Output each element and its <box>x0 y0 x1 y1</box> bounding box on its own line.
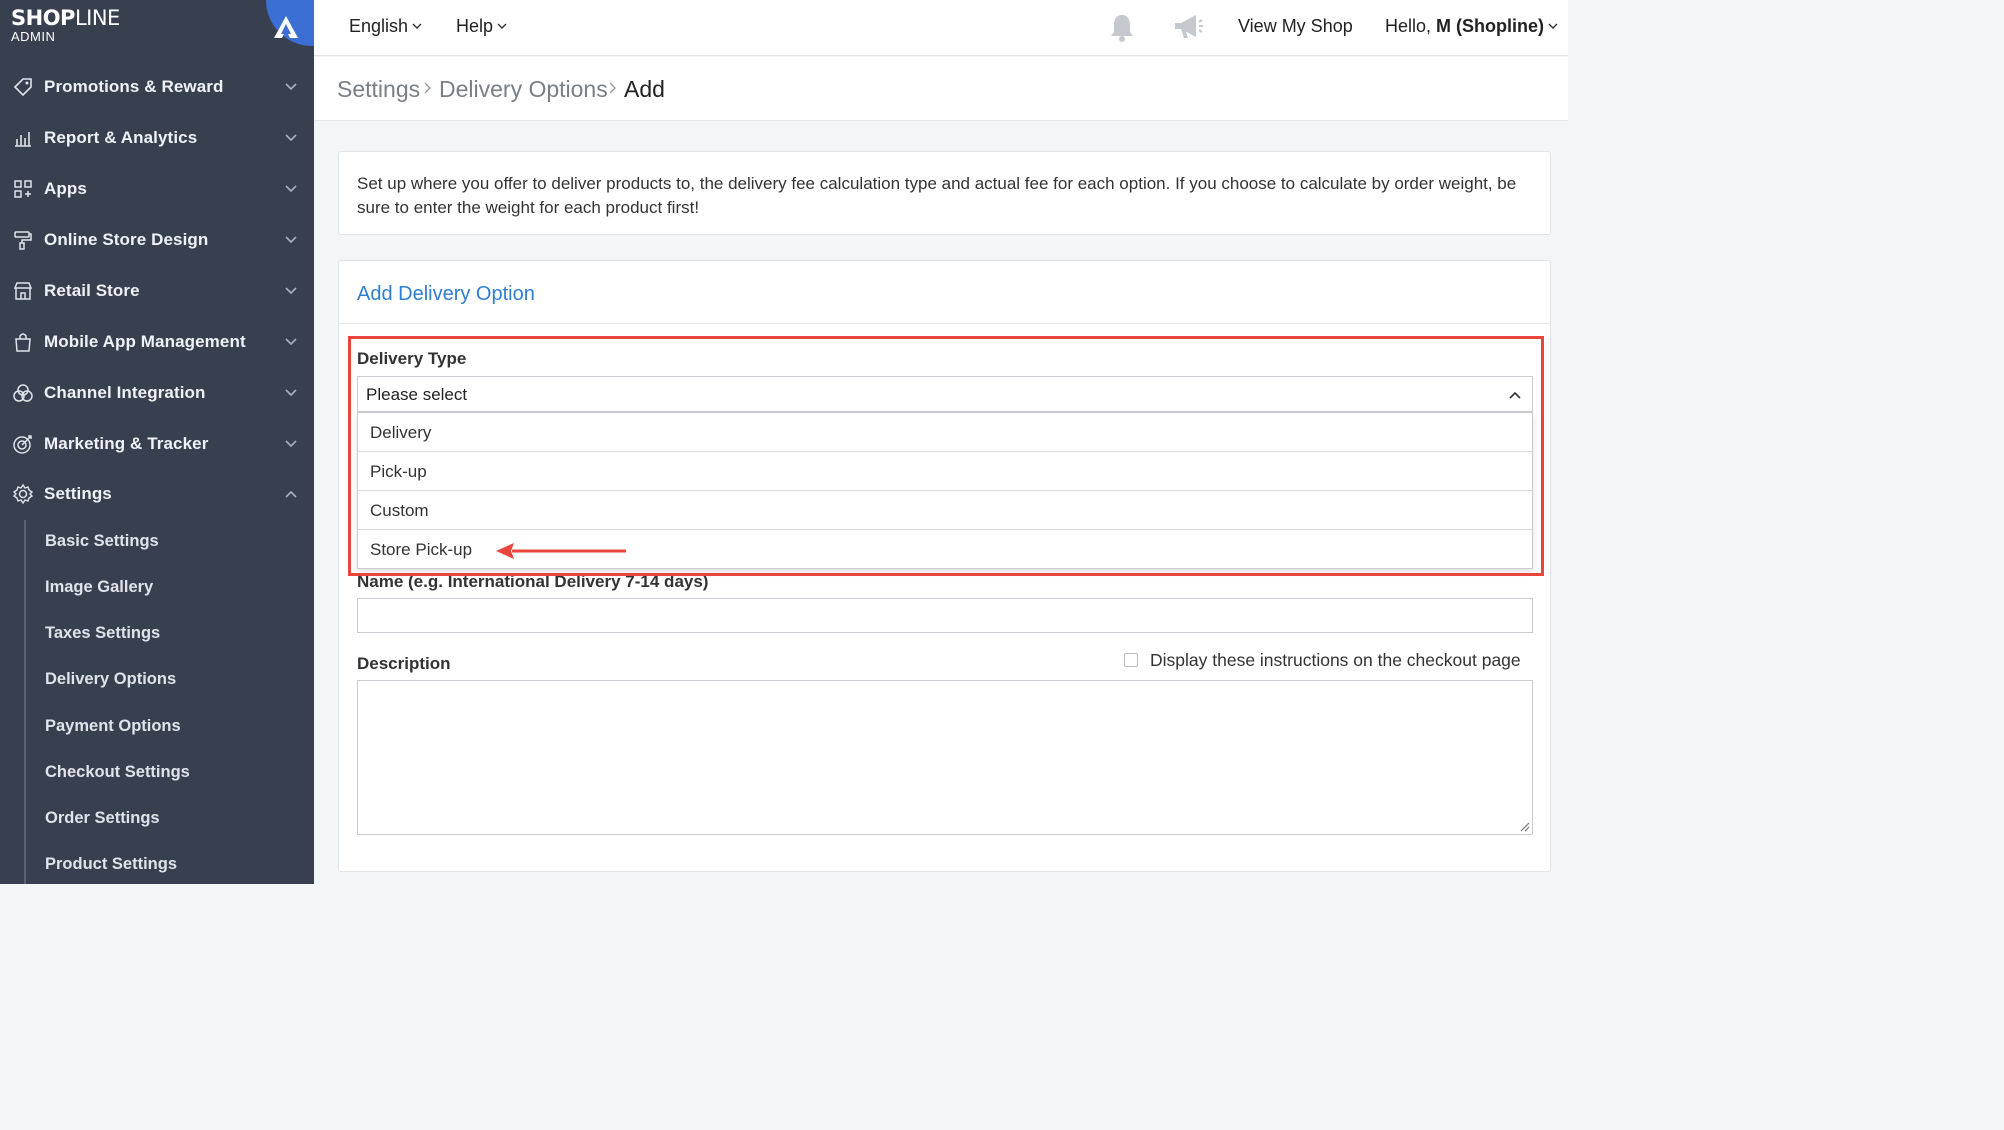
sidebar-subitem-checkout-settings[interactable]: Checkout Settings <box>45 763 190 782</box>
sidebar-item-label: Channel Integration <box>44 383 206 402</box>
chevron-down-icon <box>285 389 297 397</box>
breadcrumb: Settings Delivery Options Add <box>314 57 1568 121</box>
sidebar-subitem-delivery-options[interactable]: Delivery Options <box>45 670 176 689</box>
chevron-down-icon <box>285 185 297 193</box>
sidebar-item-promotions[interactable]: Promotions & Reward <box>0 62 314 112</box>
chevron-down-icon <box>1548 23 1558 29</box>
apps-grid-icon <box>14 180 32 198</box>
sidebar-item-label: Report & Analytics <box>44 128 198 147</box>
chevron-down-icon <box>497 23 507 29</box>
tag-icon <box>13 78 32 97</box>
chevron-down-icon <box>285 236 297 244</box>
sidebar-item-online-store-design[interactable]: Online Store Design <box>0 215 314 265</box>
sidebar-item-label: Marketing & Tracker <box>44 434 209 453</box>
sidebar-item-label: Promotions & Reward <box>44 77 224 96</box>
sidebar-item-retail-store[interactable]: Retail Store <box>0 266 314 316</box>
delivery-type-select[interactable]: Please select <box>357 376 1533 412</box>
chevron-down-icon <box>285 134 297 142</box>
option-pick-up[interactable]: Pick-up <box>358 452 1532 491</box>
display-on-checkout-label[interactable]: Display these instructions on the checko… <box>1150 650 1521 671</box>
target-icon <box>13 435 32 454</box>
sidebar: SHOPLINE ADMIN Promotions & Reward Repor… <box>0 0 314 884</box>
sidebar-item-marketing[interactable]: Marketing & Tracker <box>0 419 314 469</box>
channels-icon <box>13 384 33 402</box>
breadcrumb-add: Add <box>624 76 665 102</box>
help-label: Help <box>456 16 494 36</box>
panel-divider <box>339 323 1551 324</box>
breadcrumb-settings[interactable]: Settings <box>337 76 420 103</box>
option-delivery[interactable]: Delivery <box>358 413 1532 452</box>
user-name: M (Shopline) <box>1436 16 1545 36</box>
resize-handle-icon[interactable] <box>1518 820 1530 832</box>
greeting-text: Hello, M (Shopline) <box>1385 16 1545 36</box>
sidebar-item-label: Settings <box>44 484 112 503</box>
sidebar-item-label: Retail Store <box>44 281 140 300</box>
chevron-up-icon <box>285 490 297 498</box>
display-on-checkout-checkbox[interactable] <box>1124 653 1138 667</box>
mountain-logo-icon <box>274 16 298 38</box>
sidebar-item-report[interactable]: Report & Analytics <box>0 113 314 163</box>
logo[interactable]: SHOPLINE ADMIN <box>0 0 314 56</box>
sidebar-subitem-payment-options[interactable]: Payment Options <box>45 717 181 736</box>
sidebar-item-label: Apps <box>44 179 87 198</box>
breadcrumb-delivery-options[interactable]: Delivery Options <box>439 76 608 103</box>
description-textarea[interactable] <box>357 680 1533 835</box>
sidebar-item-apps[interactable]: Apps <box>0 164 314 214</box>
sidebar-subitem-product-settings[interactable]: Product Settings <box>45 855 177 874</box>
collapse-sidebar-button[interactable] <box>266 0 314 46</box>
option-custom[interactable]: Custom <box>358 491 1532 530</box>
delivery-type-label: Delivery Type <box>357 349 467 368</box>
view-my-shop-link[interactable]: View My Shop <box>1238 16 1353 37</box>
description-label: Description <box>357 654 451 673</box>
megaphone-icon[interactable] <box>1172 12 1204 42</box>
language-dropdown[interactable]: English <box>349 16 422 37</box>
delivery-type-value: Please select <box>366 385 468 404</box>
name-input[interactable] <box>357 598 1533 633</box>
logo-subtitle: ADMIN <box>11 29 56 44</box>
chevron-right-icon <box>424 82 431 94</box>
sidebar-item-mobile-app[interactable]: Mobile App Management <box>0 317 314 367</box>
chevron-down-icon <box>285 83 297 91</box>
sidebar-subitem-order-settings[interactable]: Order Settings <box>45 809 160 828</box>
shopping-bag-icon <box>15 333 31 352</box>
sidebar-subitem-taxes-settings[interactable]: Taxes Settings <box>45 624 160 643</box>
arrow-left-icon <box>496 543 626 559</box>
submenu-rail <box>24 520 26 884</box>
sidebar-item-settings[interactable]: Settings <box>0 469 314 519</box>
chevron-up-icon <box>1509 391 1521 399</box>
chevron-down-icon <box>285 338 297 346</box>
sidebar-subitem-basic-settings[interactable]: Basic Settings <box>45 532 159 551</box>
panel-title: Add Delivery Option <box>357 283 535 305</box>
sidebar-subitem-image-gallery[interactable]: Image Gallery <box>45 578 153 597</box>
user-menu[interactable]: Hello, M (Shopline) <box>1385 16 1558 37</box>
bell-icon[interactable] <box>1108 12 1136 42</box>
top-bar: English Help View My Shop Hello, M (Shop… <box>314 0 1568 56</box>
gear-icon <box>12 483 34 505</box>
info-text: Set up where you offer to deliver produc… <box>357 174 1517 217</box>
paint-roller-icon <box>14 231 32 250</box>
logo-wordmark: SHOPLINE <box>11 6 120 30</box>
help-dropdown[interactable]: Help <box>456 16 507 37</box>
chevron-right-icon <box>609 82 616 94</box>
chevron-down-icon <box>412 23 422 29</box>
sidebar-item-label: Online Store Design <box>44 230 209 249</box>
sidebar-item-channel-integration[interactable]: Channel Integration <box>0 368 314 418</box>
chevron-down-icon <box>285 440 297 448</box>
chevron-down-icon <box>285 287 297 295</box>
name-label: Name (e.g. International Delivery 7-14 d… <box>357 572 709 591</box>
language-label: English <box>349 16 409 36</box>
sidebar-item-label: Mobile App Management <box>44 332 246 351</box>
chart-icon <box>15 132 31 147</box>
store-icon <box>13 282 33 300</box>
info-panel: Set up where you offer to deliver produc… <box>338 151 1551 235</box>
